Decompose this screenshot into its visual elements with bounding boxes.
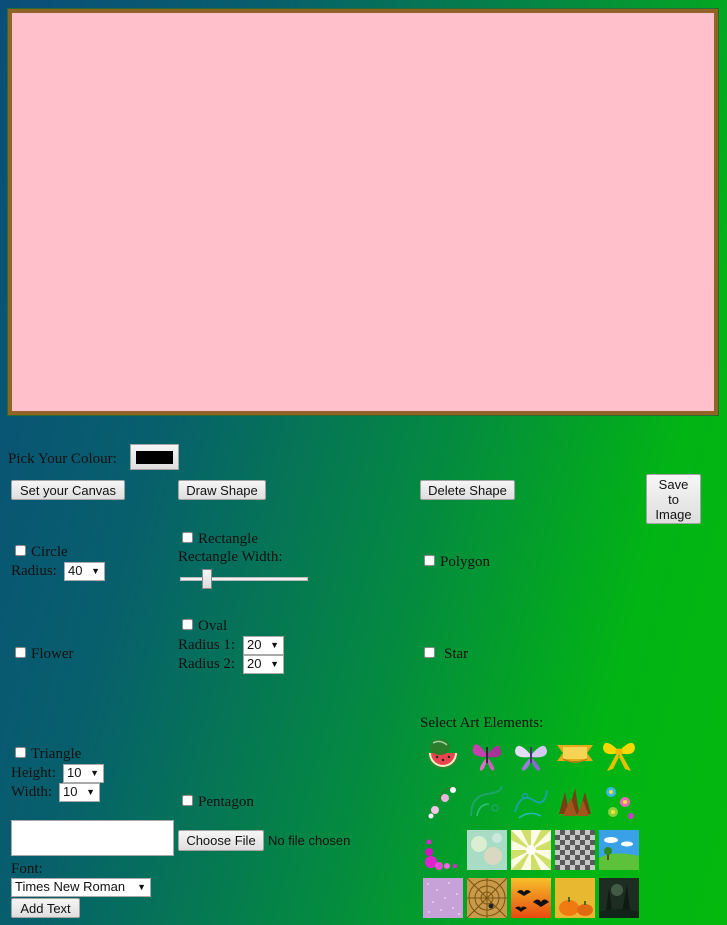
teal-swirl-icon[interactable]: [511, 782, 551, 822]
flower-cluster-icon[interactable]: [599, 782, 639, 822]
triangle-checkbox[interactable]: [15, 747, 26, 758]
star-label: Star: [444, 646, 469, 662]
font-select[interactable]: Times New Roman ▼: [11, 878, 151, 897]
rectangle-width-slider[interactable]: [178, 569, 310, 589]
chevron-down-icon: ▼: [270, 659, 279, 669]
chevron-down-icon: ▼: [270, 640, 279, 650]
save-label-line1: Save: [658, 476, 689, 492]
polygon-label: Polygon: [440, 554, 491, 570]
green-swirl-icon[interactable]: [467, 782, 507, 822]
pink-floral-corner-icon[interactable]: [423, 830, 463, 870]
polygon-checkbox[interactable]: [424, 555, 435, 566]
font-value: Times New Roman: [15, 879, 126, 894]
triangle-width-label: Width:: [11, 784, 53, 800]
watermelon-icon[interactable]: [423, 735, 463, 775]
colour-swatch-value: [136, 451, 173, 464]
flower-checkbox[interactable]: [15, 647, 26, 658]
set-canvas-button[interactable]: Set your Canvas: [11, 480, 125, 500]
pink-butterfly-icon[interactable]: [467, 735, 507, 775]
circle-label: Circle: [31, 544, 68, 560]
brown-leaves-icon[interactable]: [555, 782, 595, 822]
circle-radius-value: 40: [68, 563, 83, 578]
triangle-width-select[interactable]: 10 ▼: [59, 783, 100, 802]
rectangle-label: Rectangle: [198, 531, 258, 547]
pumpkins-icon[interactable]: [555, 878, 595, 918]
triangle-width-value: 10: [63, 784, 78, 799]
pentagon-label: Pentagon: [198, 794, 254, 810]
choose-file-button[interactable]: Choose File: [178, 830, 264, 851]
slider-track: [180, 577, 308, 581]
rectangle-width-label: Rectangle Width:: [178, 549, 283, 565]
rectangle-checkbox[interactable]: [182, 532, 193, 543]
oval-label: Oval: [198, 618, 228, 634]
font-label: Font:: [11, 861, 43, 877]
oval-radius1-select[interactable]: 20 ▼: [243, 636, 284, 655]
draw-shape-button[interactable]: Draw Shape: [178, 480, 266, 500]
art-elements-label: Select Art Elements:: [420, 715, 544, 731]
yellow-bow-icon[interactable]: [599, 735, 639, 775]
oval-radius2-select[interactable]: 20 ▼: [243, 655, 284, 674]
chevron-down-icon: ▼: [137, 882, 146, 892]
triangle-height-value: 10: [67, 765, 82, 780]
chevron-down-icon: ▼: [90, 768, 99, 778]
halloween-bats-icon[interactable]: [511, 878, 551, 918]
save-image-button[interactable]: Save to Image: [646, 474, 701, 524]
colour-picker[interactable]: [130, 444, 179, 470]
oval-radius2-label: Radius 2:: [178, 656, 236, 672]
text-input[interactable]: [11, 820, 174, 856]
flower-label: Flower: [31, 646, 74, 662]
purple-butterfly-icon[interactable]: [511, 735, 551, 775]
circle-radius-select[interactable]: 40 ▼: [64, 562, 105, 581]
lilac-glitter-icon[interactable]: [423, 878, 463, 918]
oval-radius2-value: 20: [247, 656, 262, 671]
oval-checkbox[interactable]: [182, 619, 193, 630]
add-text-button[interactable]: Add Text: [11, 898, 80, 918]
triangle-label: Triangle: [31, 746, 82, 762]
circle-checkbox[interactable]: [15, 545, 26, 556]
chevron-down-icon: ▼: [91, 566, 100, 576]
triangle-height-label: Height:: [11, 765, 56, 781]
flower-corner-icon[interactable]: [423, 782, 463, 822]
oval-radius1-label: Radius 1:: [178, 637, 236, 653]
dark-forest-icon[interactable]: [599, 878, 639, 918]
triangle-height-select[interactable]: 10 ▼: [63, 764, 104, 783]
floral-background-icon[interactable]: [467, 830, 507, 870]
save-label-line3: Image: [655, 506, 692, 522]
circle-radius-label: Radius:: [11, 563, 57, 579]
slider-thumb[interactable]: [202, 569, 212, 589]
star-checkbox[interactable]: [424, 647, 435, 658]
sunburst-background-icon[interactable]: [511, 830, 551, 870]
gold-ribbon-icon[interactable]: [555, 735, 595, 775]
checker-pattern-icon[interactable]: [555, 830, 595, 870]
chevron-down-icon: ▼: [86, 787, 95, 797]
colour-label: Pick Your Colour:: [8, 451, 117, 467]
file-status: No file chosen: [268, 833, 351, 848]
landscape-icon[interactable]: [599, 830, 639, 870]
spiderweb-icon[interactable]: [467, 878, 507, 918]
delete-shape-button[interactable]: Delete Shape: [420, 480, 515, 500]
oval-radius1-value: 20: [247, 637, 262, 652]
save-label-line2: to: [668, 491, 679, 507]
drawing-canvas[interactable]: [8, 9, 718, 415]
pentagon-checkbox[interactable]: [182, 795, 193, 806]
